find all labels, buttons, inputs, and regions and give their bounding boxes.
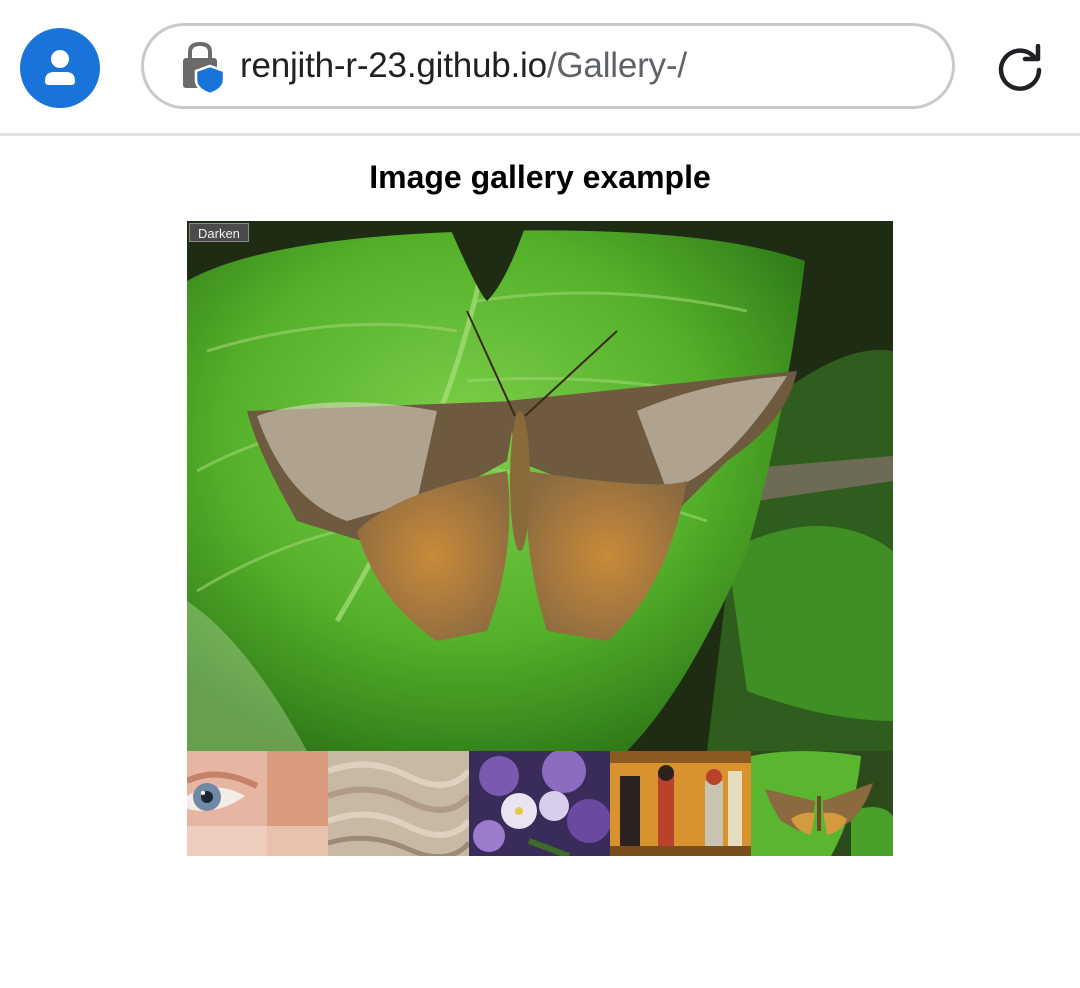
butterfly-image <box>187 221 893 751</box>
thumbnail-strip <box>187 751 893 856</box>
account-button[interactable] <box>20 28 100 108</box>
url-path: /Gallery-/ <box>546 46 687 85</box>
browser-toolbar: renjith-r-23.github.io/Gallery-/ <box>0 0 1080 136</box>
account-icon <box>45 50 75 85</box>
url-host: renjith-r-23.github.io <box>240 46 547 85</box>
lock-shield-icon[interactable] <box>180 42 228 94</box>
thumbnail-rock-texture[interactable] <box>328 751 469 856</box>
main-image: Darken <box>187 221 893 751</box>
darken-button[interactable]: Darken <box>189 223 249 242</box>
thumbnail-butterfly[interactable] <box>751 751 893 856</box>
url-text: renjith-r-23.github.io/Gallery-/ <box>240 26 687 106</box>
thumbnail-eye[interactable] <box>187 751 328 856</box>
thumbnail-egyptian-painting[interactable] <box>610 751 751 856</box>
reload-icon[interactable] <box>994 44 1046 96</box>
page-title: Image gallery example <box>369 159 711 195</box>
address-bar[interactable]: renjith-r-23.github.io/Gallery-/ <box>141 23 955 109</box>
thumbnail-purple-flowers[interactable] <box>469 751 610 856</box>
